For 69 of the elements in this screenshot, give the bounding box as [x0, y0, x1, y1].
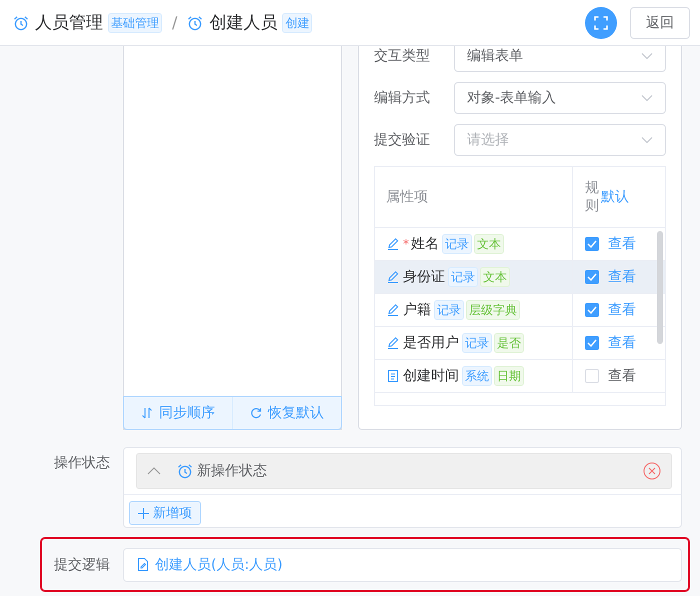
- breadcrumb-title: 创建人员: [209, 12, 278, 34]
- pencil-icon: [386, 336, 400, 350]
- checkbox[interactable]: [585, 336, 599, 350]
- tag: 记录: [448, 267, 478, 287]
- required-mark: *: [403, 237, 409, 251]
- attribute-name: 创建时间: [403, 367, 459, 385]
- back-button[interactable]: 返回: [630, 6, 690, 38]
- view-link[interactable]: 查看: [608, 334, 636, 352]
- alarm-clock-icon: [13, 14, 29, 30]
- alarm-clock-icon: [187, 14, 204, 30]
- select-field[interactable]: 对象-表单输入: [454, 82, 666, 114]
- tag: 层级字典: [466, 300, 520, 320]
- tag: 文本: [480, 267, 510, 287]
- sort-icon: [141, 407, 153, 419]
- tag: 基础管理: [108, 12, 162, 32]
- collapse-header[interactable]: 新操作状态: [136, 453, 672, 489]
- tag: 是否: [494, 333, 524, 353]
- breadcrumb-title[interactable]: 人员管理: [35, 11, 103, 34]
- chevron-down-icon: [641, 52, 653, 60]
- pencil-icon: [386, 270, 400, 284]
- table-row[interactable]: 创建时间 系统 日期 查看: [375, 360, 665, 393]
- pencil-icon: [386, 237, 400, 251]
- column-header: 属性项: [375, 167, 573, 227]
- field-label: 编辑方式: [374, 89, 431, 107]
- tag: 日期: [494, 366, 524, 386]
- chevron-down-icon: [641, 136, 653, 144]
- document-icon: [137, 558, 149, 571]
- tag: 系统: [462, 366, 492, 386]
- field-label: 提交逻辑: [53, 556, 111, 574]
- view-link[interactable]: 查看: [608, 235, 636, 253]
- breadcrumb-separator: /: [172, 13, 178, 32]
- chevron-up-icon: [147, 467, 161, 475]
- refresh-icon: [250, 407, 262, 419]
- pencil-icon: [386, 303, 400, 317]
- checkbox[interactable]: [585, 303, 599, 317]
- fullscreen-icon: [594, 16, 608, 30]
- state-title: 新操作状态: [197, 462, 268, 480]
- default-link[interactable]: 默认: [601, 188, 629, 206]
- plus-icon: [138, 508, 149, 518]
- scrollbar[interactable]: [657, 231, 663, 344]
- field-label: 提交验证: [374, 131, 431, 149]
- tag: 记录: [442, 234, 472, 254]
- attribute-name: 户籍: [403, 301, 431, 319]
- attribute-name: 身份证: [403, 268, 445, 286]
- table-row[interactable]: 身份证 记录 文本 查看: [375, 261, 665, 294]
- attribute-name: 姓名: [411, 235, 439, 253]
- logic-field[interactable]: 创建人员(人员:人员): [123, 548, 682, 582]
- view-link[interactable]: 查看: [608, 301, 636, 319]
- table-row[interactable]: 是否用户 记录 是否 查看: [375, 327, 665, 360]
- checkbox[interactable]: [585, 270, 599, 284]
- table-row[interactable]: *姓名 记录 文本 查看: [375, 228, 665, 261]
- tag: 记录: [462, 333, 492, 353]
- table-row[interactable]: 户籍 记录 层级字典 查看: [375, 294, 665, 327]
- tag: 创建: [282, 12, 312, 32]
- field-label: 操作状态: [53, 454, 111, 473]
- tag: 记录: [434, 300, 464, 320]
- chevron-down-icon: [641, 94, 653, 102]
- attribute-name: 是否用户: [403, 334, 459, 352]
- view-link[interactable]: 查看: [608, 367, 636, 385]
- alarm-clock-icon: [177, 463, 193, 479]
- column-header: 规则: [585, 178, 599, 216]
- select-field[interactable]: 编辑表单: [454, 46, 666, 72]
- logic-link[interactable]: 创建人员(人员:人员): [155, 556, 283, 574]
- tag: 文本: [474, 234, 504, 254]
- field-label: 交互类型: [374, 47, 431, 65]
- close-icon[interactable]: [643, 462, 661, 480]
- checkbox[interactable]: [585, 237, 599, 251]
- document-icon: [386, 369, 400, 383]
- fullscreen-button[interactable]: [585, 6, 617, 38]
